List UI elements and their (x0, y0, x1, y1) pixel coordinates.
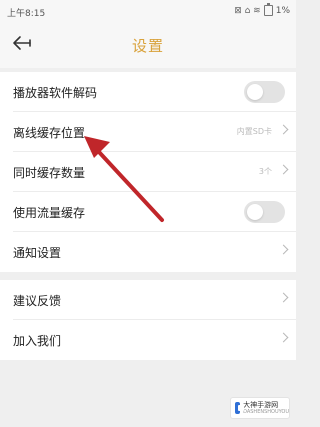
setting-mobile-data-cache: 使用流量缓存 (0, 192, 296, 232)
watermark-logo: 大神手游网 DASHENSHOUYOU (230, 397, 290, 419)
setting-join-us[interactable]: 加入我们 (0, 320, 296, 360)
chevron-right-icon (278, 244, 289, 255)
header-bar: 设置 (0, 22, 296, 68)
setting-label: 通知设置 (13, 246, 62, 260)
watermark-icon (235, 402, 245, 414)
setting-feedback[interactable]: 建议反馈 (0, 280, 296, 320)
signal-icon: ⊠ ⌂ ≋ (234, 5, 261, 16)
setting-label: 同时缓存数量 (13, 166, 86, 180)
mobile-data-cache-toggle[interactable] (244, 201, 285, 223)
setting-label: 离线缓存位置 (13, 126, 86, 140)
setting-label: 使用流量缓存 (13, 206, 86, 220)
chevron-right-icon (278, 124, 289, 135)
software-decode-toggle[interactable] (244, 81, 285, 103)
setting-offline-cache-location[interactable]: 离线缓存位置 内置SD卡 (0, 112, 296, 152)
battery-percent: 1% (275, 5, 290, 16)
status-icons: ⊠ ⌂ ≋ 1% (234, 3, 290, 16)
join-label: 加入我们 (13, 334, 62, 348)
feedback-label: 建议反馈 (13, 294, 62, 308)
status-bar: 上午8:15 ⊠ ⌂ ≋ 1% (0, 0, 296, 22)
chevron-right-icon (278, 332, 289, 343)
status-time: 上午8:15 (7, 9, 46, 19)
about-group: 建议反馈 加入我们 (0, 280, 296, 360)
chevron-right-icon (278, 164, 289, 175)
battery-icon (263, 3, 273, 16)
watermark-subtext: DASHENSHOUYOU (243, 409, 289, 415)
settings-group: 播放器软件解码 离线缓存位置 内置SD卡 同时缓存数量 3个 使用流量缓存 通知… (0, 72, 296, 272)
setting-value: 内置SD卡 (236, 127, 272, 136)
setting-label: 播放器软件解码 (13, 86, 98, 100)
page-title: 设置 (131, 37, 164, 55)
setting-value: 3个 (258, 167, 272, 176)
watermark-text: 大神手游网 (243, 401, 279, 409)
setting-software-decode: 播放器软件解码 (0, 72, 296, 112)
chevron-right-icon (278, 292, 289, 303)
setting-notifications[interactable]: 通知设置 (0, 232, 296, 272)
setting-concurrent-cache-count[interactable]: 同时缓存数量 3个 (0, 152, 296, 192)
